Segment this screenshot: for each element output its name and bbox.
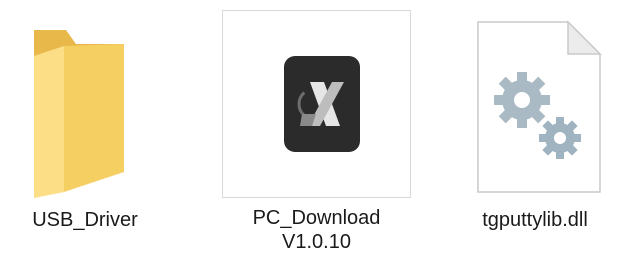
file-name-label: PC_Download V1.0.10 <box>252 207 381 253</box>
dll-gears-icon <box>450 20 620 195</box>
app-x-logo-icon <box>220 56 413 156</box>
file-name-label: tgputtylib.dll <box>482 209 588 231</box>
folder-icon <box>20 22 150 202</box>
file-name-label: USB_Driver <box>32 209 138 231</box>
file-item-pc-download[interactable]: PC_Download V1.0.10 <box>220 0 413 259</box>
